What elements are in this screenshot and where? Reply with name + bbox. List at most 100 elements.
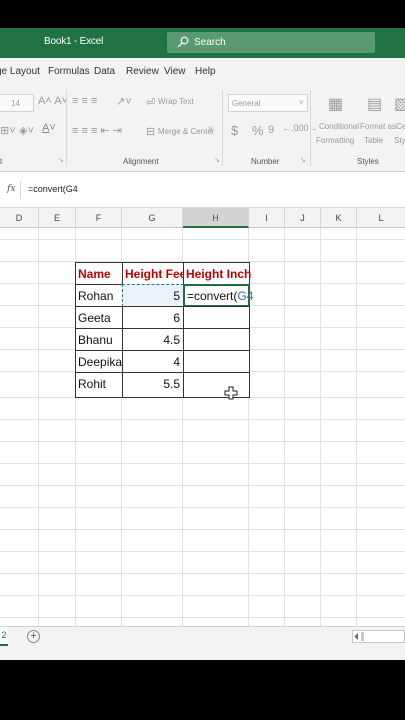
gridline (284, 228, 285, 626)
format-as-table-label-1: Format as (360, 122, 397, 131)
merge-center-label: Merge & Center (158, 127, 215, 136)
number-format-select[interactable]: General ˅ (228, 94, 308, 112)
group-label-number: Number (251, 157, 280, 166)
table-cell-name[interactable]: Geeta (75, 306, 123, 329)
column-header-d[interactable]: D (0, 208, 39, 228)
orientation-icon[interactable]: ↗˅ (116, 95, 132, 108)
group-label-styles: Styles (357, 157, 379, 166)
table-cell-name[interactable]: Deepika (75, 350, 123, 373)
font-size-box[interactable]: 14 (0, 94, 34, 112)
group-label-alignment: Alignment (123, 157, 159, 166)
fill-color-icon[interactable]: ◈˅ (19, 124, 34, 137)
gridline (0, 573, 405, 574)
table-cell-feet[interactable]: 5.5 (122, 372, 184, 398)
table-cell-feet[interactable]: 4.5 (122, 328, 184, 351)
table-cell-name[interactable]: Rohan (75, 284, 123, 307)
number-dialog-launcher-icon[interactable]: ↘ (300, 156, 306, 164)
currency-icon[interactable]: $ (231, 123, 238, 138)
font-color-icon[interactable]: A˅ (42, 122, 56, 134)
column-header-j[interactable]: J (285, 208, 321, 228)
conditional-formatting-button[interactable]: ▦ Conditional Formatting (316, 92, 359, 154)
chevron-down-icon: ˅ (299, 98, 304, 107)
tab-review[interactable]: Review (126, 66, 159, 77)
worksheet-grid[interactable]: D E F G H I J K L Name Height Feet Heigh… (0, 208, 405, 626)
table-cell-name[interactable]: Bhanu (75, 328, 123, 351)
cell-styles-label-1: Ce (396, 122, 405, 131)
tab-page-layout[interactable]: ge Layout (0, 66, 40, 77)
merge-icon: ⊟ (146, 126, 156, 138)
column-header-g[interactable]: G (122, 208, 183, 228)
font-grow-icon[interactable]: A˄ A˅ (38, 95, 68, 107)
gridline (0, 507, 405, 508)
conditional-formatting-label-2: Formatting (316, 136, 355, 145)
tab-help[interactable]: Help (195, 66, 216, 77)
group-separator (222, 90, 223, 166)
tab-view[interactable]: View (164, 66, 186, 77)
format-as-table-button[interactable]: ▤ Format as Table (358, 92, 397, 154)
table-cell-name[interactable]: Rohit (75, 372, 123, 398)
table-header-height-feet[interactable]: Height Feet (122, 262, 190, 285)
horizontal-scrollbar[interactable] (352, 630, 405, 643)
formula-input[interactable]: =convert(G4 (28, 184, 78, 194)
formula-bar-divider (20, 181, 21, 199)
table-header-height-inch[interactable]: Height Inch (183, 262, 251, 285)
table-cell-inch[interactable] (183, 306, 250, 329)
table-cell-feet[interactable]: 6 (122, 306, 184, 329)
column-header-f[interactable]: F (76, 208, 122, 228)
gridline (0, 419, 405, 420)
status-bar (0, 646, 405, 660)
align-left-icon[interactable]: ≡ ≡ ≡ ⇤ ⇥ (72, 124, 122, 137)
gridline (0, 463, 405, 464)
font-size-value: 14 (11, 99, 20, 108)
table-header-name[interactable]: Name (75, 262, 123, 285)
font-dialog-launcher-icon[interactable]: ↘ (58, 156, 64, 164)
table-cell-feet[interactable]: 4 (122, 350, 184, 373)
group-separator (310, 90, 311, 166)
gridline (0, 239, 405, 240)
active-cell-editor[interactable]: =convert(G4 (183, 284, 253, 307)
align-top-icon[interactable]: ≡ ≡ ≡ (72, 95, 97, 107)
group-separator (66, 90, 67, 166)
search-label: Search (194, 37, 226, 48)
sheet-tab-active[interactable]: 2 (0, 627, 8, 646)
title-bar: Book1 - Excel Search (0, 28, 405, 58)
cell-select-cursor-icon (224, 386, 238, 400)
cell-styles-button[interactable]: ▧ Ce Style (394, 92, 405, 154)
tab-data[interactable]: Data (94, 66, 115, 77)
decrease-decimal-icon[interactable]: .00→ (296, 123, 318, 133)
formula-bar: fx =convert(G4 (0, 172, 405, 208)
insert-function-icon[interactable]: fx (7, 184, 15, 194)
search-box[interactable]: Search (167, 32, 375, 53)
window-title: Book1 - Excel (44, 36, 104, 47)
ribbon-tabs: ge Layout Formulas Data Review View Help (0, 58, 405, 86)
percent-icon[interactable]: % (252, 123, 264, 138)
alignment-dialog-launcher-icon[interactable]: ↘ (214, 156, 220, 164)
formula-text: =convert( (187, 289, 238, 303)
table-cell-feet[interactable]: 5 (122, 284, 184, 307)
borders-icon[interactable]: ⊞˅ (0, 124, 16, 137)
table-cell-inch[interactable] (183, 328, 250, 351)
column-header-k[interactable]: K (321, 208, 357, 228)
gridline (0, 441, 405, 442)
gridline (0, 617, 405, 618)
excel-window: Book1 - Excel Search ge Layout Formulas … (0, 0, 405, 720)
wrap-text-label: Wrap Text (158, 97, 194, 106)
format-as-table-icon: ▤ (367, 96, 383, 113)
column-header-i[interactable]: I (249, 208, 285, 228)
column-header-e[interactable]: E (39, 208, 76, 228)
conditional-formatting-icon: ▦ (328, 96, 344, 113)
column-headers: D E F G H I J K L (0, 208, 405, 228)
tab-formulas[interactable]: Formulas (48, 66, 90, 77)
add-sheet-icon[interactable]: + (27, 630, 40, 643)
gridline (0, 529, 405, 530)
gridline (0, 485, 405, 486)
comma-style-icon[interactable]: 9 (268, 124, 274, 136)
table-cell-inch[interactable] (183, 350, 250, 373)
merge-dropdown-icon[interactable]: ˅ (208, 124, 213, 134)
number-format-value: General (232, 99, 261, 108)
table-cell-inch[interactable] (183, 372, 250, 398)
column-header-h[interactable]: H (183, 208, 249, 228)
group-label-font: t (0, 157, 3, 166)
cell-styles-icon: ▧ (394, 96, 405, 113)
column-header-l[interactable]: L (357, 208, 405, 228)
